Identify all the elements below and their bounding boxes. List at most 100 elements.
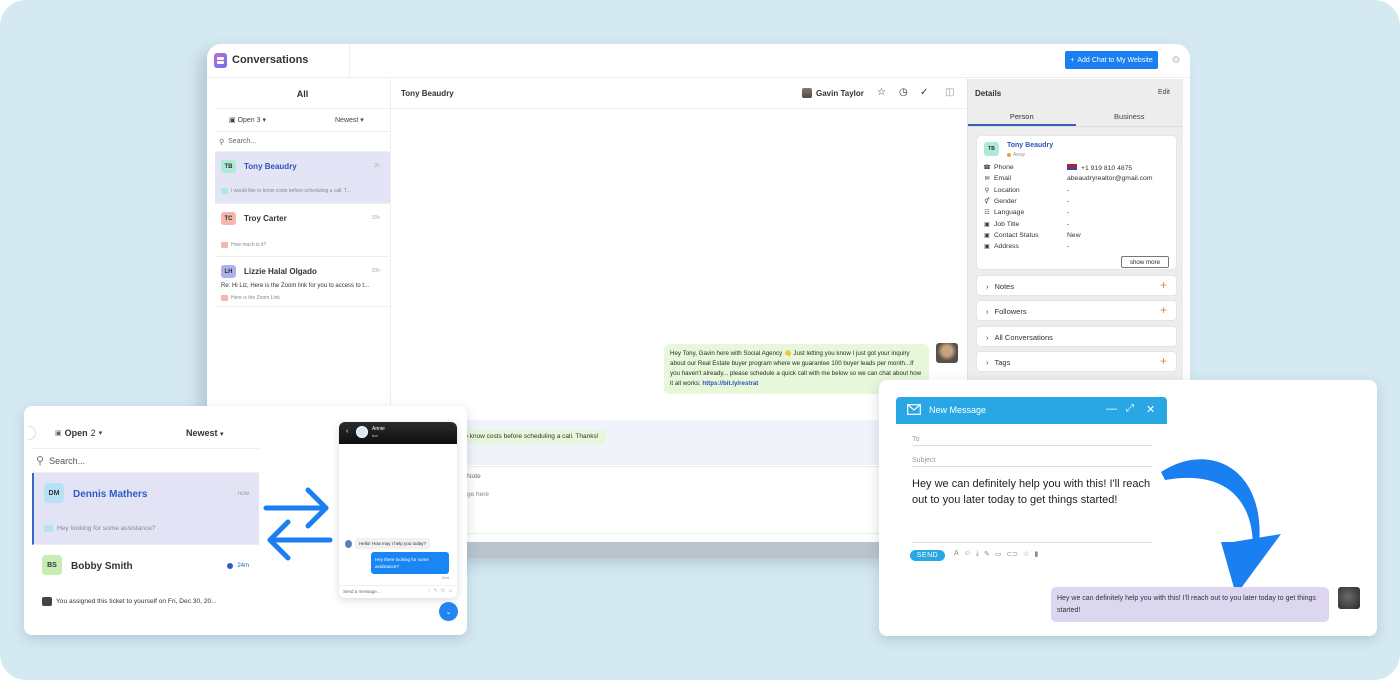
minimize-icon[interactable]: — xyxy=(1106,403,1117,415)
add-chat-label: Add Chat to My Website xyxy=(1077,56,1153,64)
agent-avatar xyxy=(936,343,958,363)
section-all-conversations[interactable]: › All Conversations xyxy=(976,326,1177,347)
tab-business[interactable]: Business xyxy=(1076,108,1184,126)
field-value[interactable]: - xyxy=(1067,221,1069,228)
search-icon: ⚲ xyxy=(219,138,225,146)
location-icon: ⚲ xyxy=(984,187,990,194)
chat-header: Tony Beaudry Gavin Taylor ☆ ◷ ✓ ◫ xyxy=(391,79,967,109)
section-label-text: Followers xyxy=(994,307,1027,316)
search-input[interactable]: ⚲ Search... xyxy=(32,448,259,473)
sidebar-toggle-icon[interactable]: ◫ xyxy=(945,87,954,98)
section-tags[interactable]: › Tags + xyxy=(976,351,1177,372)
field-value[interactable]: - xyxy=(1067,198,1069,205)
sort-dropdown[interactable]: Newest ▾ xyxy=(335,116,364,124)
section-label: › Followers xyxy=(986,307,1027,316)
to-field[interactable]: To xyxy=(912,436,1152,446)
app-title: Conversations xyxy=(232,54,309,66)
contact-avatar: TB xyxy=(984,142,999,156)
contact-name: Troy Carter xyxy=(244,214,287,223)
phone-icon: ☎ xyxy=(983,165,991,171)
attachment-icon[interactable]: ✎ xyxy=(433,588,437,594)
add-icon[interactable]: + xyxy=(1160,303,1167,317)
search-input[interactable]: ⚲ Search... xyxy=(215,132,390,152)
subject-field[interactable]: Subject xyxy=(912,457,1152,467)
field-value[interactable]: +1 919 810 4875 xyxy=(1067,164,1132,172)
away-dot-icon xyxy=(1007,153,1011,157)
list-header[interactable]: All xyxy=(215,79,390,109)
note-tab[interactable]: Note xyxy=(467,473,481,480)
field-value[interactable]: - xyxy=(1067,209,1069,216)
emoji-icon[interactable]: ☺ xyxy=(964,550,971,558)
open-filter-label: Open xyxy=(237,117,255,124)
image-icon[interactable]: ▭ xyxy=(995,550,1002,558)
conversation-item[interactable]: DM Dennis Mathers now Hey looking for so… xyxy=(32,473,259,545)
timestamp: 24m xyxy=(227,563,249,569)
checkmark-icon[interactable]: ✓ xyxy=(920,87,928,98)
add-chat-to-website-button[interactable]: + Add Chat to My Website xyxy=(1065,51,1158,69)
conversation-item[interactable]: TB Tony Beaudry 2h I would like to know … xyxy=(215,152,390,204)
clock-icon[interactable]: ◷ xyxy=(899,87,908,98)
expand-icon[interactable]: ⤢ xyxy=(1126,403,1134,414)
open-filter-dropdown[interactable]: ▣ Open 2 ▾ xyxy=(55,428,102,438)
section-label-text: Tags xyxy=(994,358,1011,367)
attachment-icon[interactable]: ✎ xyxy=(984,550,990,558)
chat-contact-name: Tony Beaudry xyxy=(401,89,454,98)
send-button[interactable]: SEND xyxy=(910,550,945,561)
section-label: › Notes xyxy=(986,282,1014,291)
field-value[interactable]: abeaudryrealtor@gmail.com xyxy=(1067,175,1152,182)
field-label: ☷ Language xyxy=(983,209,1024,216)
field-value-text: - xyxy=(1067,209,1070,217)
field-label: ▣ Contact Status xyxy=(983,232,1038,239)
mini-avatar xyxy=(221,188,228,194)
email-icon[interactable]: ✉ xyxy=(441,588,445,594)
email-icon: ✉ xyxy=(984,176,990,183)
star-icon[interactable]: ☆ xyxy=(1023,550,1029,558)
link-icon[interactable]: ⊂⊃ xyxy=(1006,550,1018,558)
widget-header: ‹ Annie bot xyxy=(339,422,457,444)
field-label-text: Gender xyxy=(994,197,1017,205)
search-placeholder: Search... xyxy=(228,138,257,145)
timestamp: 2h xyxy=(374,163,380,169)
tab-person[interactable]: Person xyxy=(968,108,1076,126)
section-followers[interactable]: › Followers + xyxy=(976,300,1177,321)
add-icon[interactable]: + xyxy=(1160,354,1167,368)
contact-name: Dennis Mathers xyxy=(73,489,148,500)
conversation-item[interactable]: BS Bobby Smith 24m You assigned this tic… xyxy=(32,545,259,617)
message-input-placeholder[interactable]: ge here xyxy=(467,491,489,498)
add-icon[interactable]: + xyxy=(1160,278,1167,292)
gear-icon[interactable]: ⚙ xyxy=(1167,51,1185,69)
conversation-item[interactable]: TC Troy Carter 15h How much is it? xyxy=(215,204,390,257)
mini-avatar xyxy=(42,597,52,606)
assigned-agent[interactable]: Gavin Taylor xyxy=(802,88,864,98)
field-label-text: Phone xyxy=(994,164,1014,171)
edit-button[interactable]: Edit xyxy=(1158,89,1170,96)
contact-name[interactable]: Tony Beaudry xyxy=(1007,142,1053,149)
avatar: LH xyxy=(221,265,236,278)
scheduling-link[interactable]: https://bit.ly/restrat xyxy=(702,380,758,387)
show-more-button[interactable]: show more xyxy=(1121,256,1169,268)
caret-down-icon: ▾ xyxy=(98,430,103,437)
field-value[interactable]: - xyxy=(1067,243,1069,250)
star-icon[interactable]: ☆ xyxy=(877,87,886,98)
email-body[interactable]: Hey we can definitely help you with this… xyxy=(912,476,1157,508)
close-icon[interactable]: ✕ xyxy=(1146,403,1155,416)
mini-avatar xyxy=(221,242,228,248)
contact-card: TB Tony Beaudry Away ☎ Phone +1 919 810 48… xyxy=(976,135,1177,270)
field-label: ⚥ Gender xyxy=(983,197,1017,205)
download-icon[interactable]: ⤓ xyxy=(976,550,979,558)
section-notes[interactable]: › Notes + xyxy=(976,275,1177,296)
field-label-text: Language xyxy=(994,209,1025,217)
microphone-icon[interactable]: ♪ xyxy=(428,588,431,594)
emoji-icon[interactable]: ☺ xyxy=(448,588,453,594)
field-value[interactable]: - xyxy=(1067,187,1069,194)
briefcase-icon: ▣ xyxy=(984,244,990,251)
text-format-icon[interactable]: A xyxy=(954,550,959,558)
conversation-item[interactable]: LH Lizzie Halal Olgado 20h Re: Hi Liz, H… xyxy=(215,257,390,307)
back-icon[interactable]: ‹ xyxy=(346,428,348,435)
field-value[interactable]: New xyxy=(1067,232,1081,239)
widget-launcher-button[interactable]: ⌄ xyxy=(439,602,458,621)
trash-icon[interactable]: ▮ xyxy=(1034,550,1038,558)
sort-dropdown[interactable]: Newest ▾ xyxy=(186,428,224,438)
open-filter-dropdown[interactable]: ▣ Open 3 ▾ xyxy=(229,116,266,124)
widget-conversation-list: ▣ Open 2 ▾ Newest ▾ ⚲ Search... DM Denni… xyxy=(32,416,259,624)
